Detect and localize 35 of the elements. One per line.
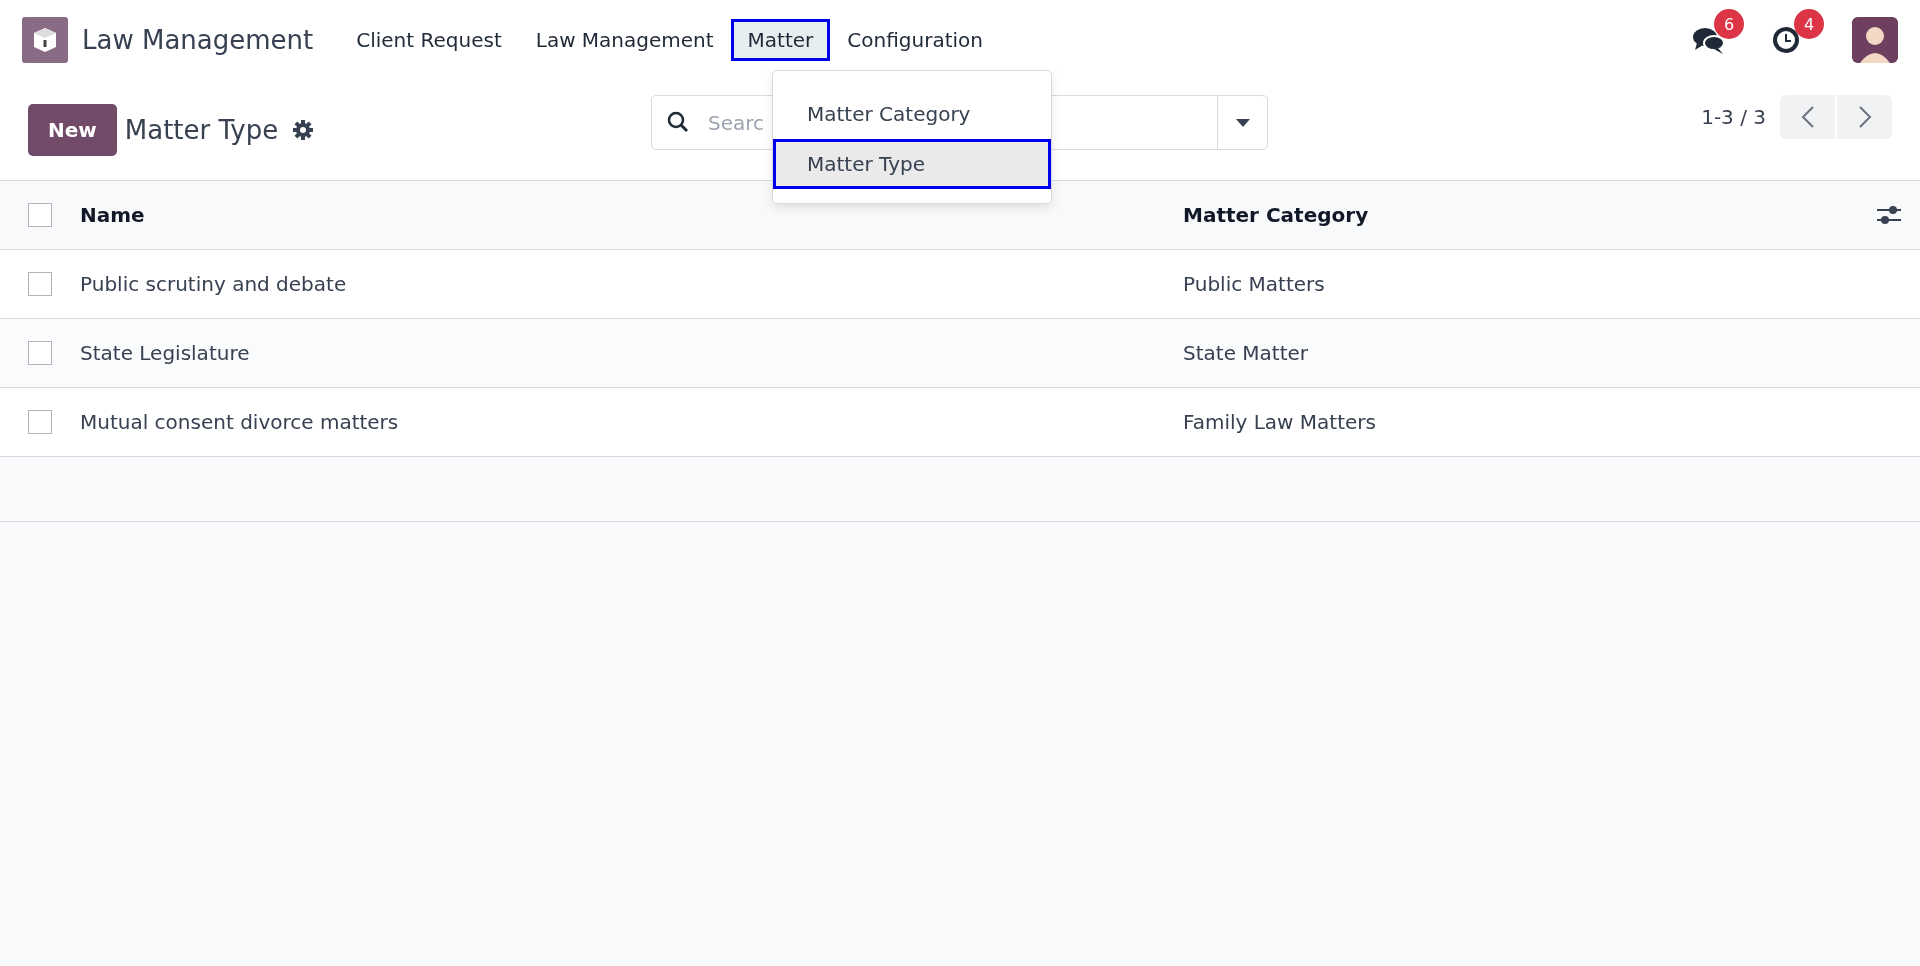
column-settings-icon[interactable]: [1876, 203, 1902, 227]
menu-item[interactable]: Client Request: [339, 19, 519, 61]
table-cell: Public Matters: [1183, 272, 1325, 296]
column-header[interactable]: Name: [80, 203, 145, 227]
column-header[interactable]: Matter Category: [1183, 203, 1369, 227]
new-button[interactable]: New: [28, 104, 117, 156]
page-title: Matter Type: [124, 115, 279, 145]
checkbox[interactable]: [28, 410, 52, 434]
caret-icon: [1235, 118, 1250, 127]
search-icon: [667, 111, 689, 133]
table-cell: Public scrutiny and debate: [80, 272, 347, 296]
dropdown-item[interactable]: Matter Type: [773, 139, 1051, 189]
chevron-right-icon: [1857, 105, 1872, 129]
previous-button[interactable]: [1780, 95, 1835, 139]
checkbox[interactable]: [28, 272, 52, 296]
menu-item[interactable]: Matter: [730, 19, 831, 61]
table-cell: State Legislature: [80, 341, 250, 365]
activity-count-badge: 4: [1794, 9, 1824, 39]
menu-item[interactable]: Configuration: [830, 19, 1000, 61]
settings-icon[interactable]: [292, 119, 315, 141]
checkbox[interactable]: [28, 341, 52, 365]
app-name: Law Management: [82, 25, 314, 55]
app-logo[interactable]: [22, 17, 68, 63]
clock-icon[interactable]: [1772, 26, 1800, 54]
menu-item[interactable]: Law Management: [518, 19, 731, 61]
avatar[interactable]: [1852, 17, 1898, 63]
table-cell: State Matter: [1183, 341, 1309, 365]
table-cell: Mutual consent divorce matters: [80, 410, 399, 434]
next-button[interactable]: [1837, 95, 1892, 139]
dropdown-item[interactable]: Matter Category: [773, 89, 1051, 139]
chevron-left-icon: [1800, 105, 1815, 129]
message-count-badge: 6: [1714, 9, 1744, 39]
select-all-checkbox[interactable]: [28, 203, 52, 227]
table-cell: Family Law Matters: [1183, 410, 1376, 434]
pager-value: 1-3 / 3: [1701, 105, 1766, 129]
